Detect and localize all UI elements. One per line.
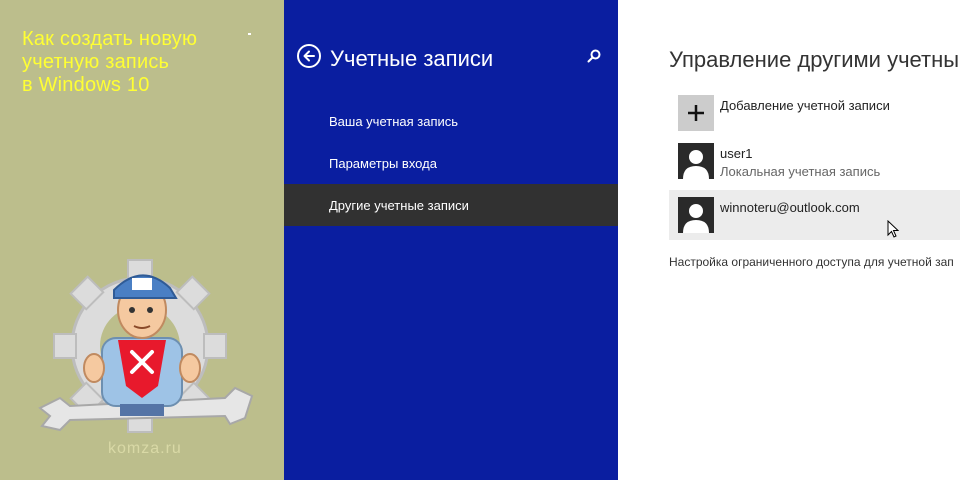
accounts-content-panel: Управление другими учетным Добавление уч… — [618, 0, 960, 480]
back-arrow-icon — [303, 50, 315, 62]
search-icon[interactable] — [587, 49, 601, 63]
add-tile — [678, 95, 714, 131]
back-button[interactable] — [297, 44, 321, 68]
add-account-label: Добавление учетной записи — [720, 98, 890, 113]
nav-item-your-account[interactable]: Ваша учетная запись — [284, 100, 618, 142]
promo-title-line-2: учетную запись — [22, 51, 170, 73]
user-avatar-icon — [678, 143, 714, 179]
decorative-mark — [248, 33, 251, 35]
promo-site-label: komza.ru — [108, 440, 182, 457]
settings-nav-panel: Учетные записи Ваша учетная запись Парам… — [284, 0, 618, 480]
plus-icon — [688, 105, 704, 121]
account-name: winnoteru@outlook.com — [720, 200, 860, 215]
account-type: Локальная учетная запись — [720, 164, 881, 179]
promo-title-line-3: в Windows 10 — [22, 74, 150, 96]
promo-title: Как создать новую учетную запись в Windo… — [22, 28, 262, 97]
user-avatar-icon — [678, 197, 714, 233]
mascot-illustration — [38, 259, 254, 433]
account-row-user1[interactable]: user1 Локальная учетная запись — [669, 143, 960, 193]
restricted-access-link[interactable]: Настройка ограниченного доступа для учет… — [669, 255, 954, 269]
page-title: Управление другими учетным — [669, 47, 960, 72]
nav-title: Учетные записи — [330, 46, 494, 71]
nav-item-label: Ваша учетная запись — [329, 113, 459, 129]
account-row-winnoteru[interactable]: winnoteru@outlook.com — [669, 190, 960, 240]
account-name: user1 — [720, 146, 753, 161]
nav-item-label: Другие учетные записи — [329, 197, 469, 213]
add-account-button[interactable]: Добавление учетной записи — [669, 95, 960, 145]
nav-item-sign-in-options[interactable]: Параметры входа — [284, 142, 618, 184]
nav-item-other-accounts[interactable]: Другие учетные записи — [284, 184, 618, 226]
mouse-cursor-icon — [887, 220, 899, 238]
nav-item-label: Параметры входа — [329, 155, 437, 171]
promo-panel: Как создать новую учетную запись в Windo… — [0, 0, 284, 480]
promo-title-line-1: Как создать новую — [22, 28, 198, 50]
